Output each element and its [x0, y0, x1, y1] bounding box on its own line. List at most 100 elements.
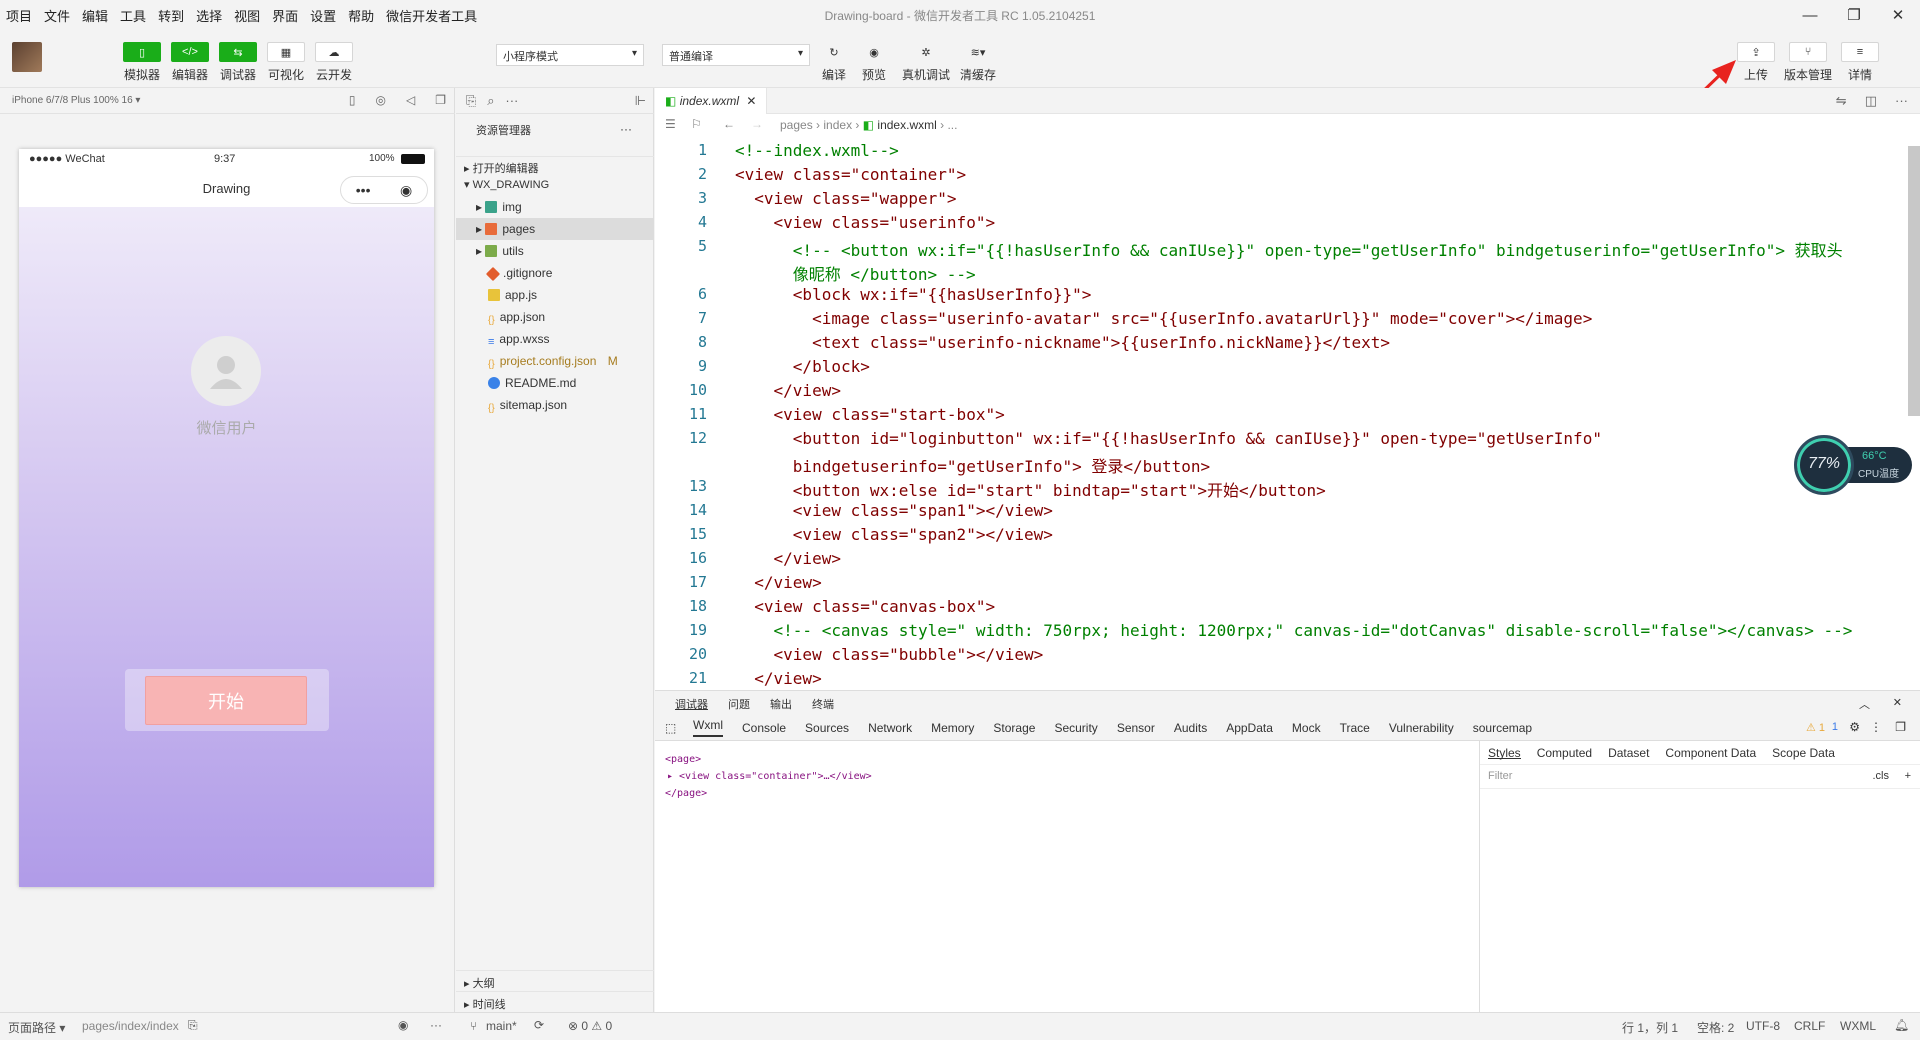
tree-item-pages[interactable]: ▸ pages: [456, 218, 654, 240]
close-panel-icon[interactable]: ✕: [1893, 696, 1902, 709]
compare-icon[interactable]: ⇋: [1836, 93, 1847, 109]
tab-trace[interactable]: Trace: [1340, 721, 1370, 735]
code-line[interactable]: <image class="userinfo-avatar" src="{{us…: [735, 309, 1592, 328]
tab-debugger[interactable]: 调试器: [675, 696, 708, 711]
menu-goto[interactable]: 转到: [152, 6, 190, 25]
copy-path-icon[interactable]: ⎘: [188, 1018, 198, 1033]
avatar[interactable]: [12, 42, 42, 72]
tab-index-wxml[interactable]: ◧ index.wxml ✕: [655, 88, 768, 114]
volume-icon[interactable]: ◁: [406, 93, 415, 107]
code-line[interactable]: </view>: [735, 669, 821, 688]
code-line[interactable]: <button id="loginbutton" wx:if="{{!hasUs…: [735, 429, 1602, 448]
code-line[interactable]: <!--index.wxml-->: [735, 141, 899, 160]
menu-view[interactable]: 视图: [228, 6, 266, 25]
timeline-section[interactable]: ▸ 时间线: [456, 991, 654, 1013]
project-root[interactable]: ▾ WX_DRAWING: [456, 175, 654, 193]
add-rule-button[interactable]: +: [1905, 770, 1911, 782]
close-icon[interactable]: ✕: [1876, 0, 1920, 30]
editor-button[interactable]: </> 编辑器: [168, 42, 212, 83]
more-icon[interactable]: ···: [430, 1018, 442, 1032]
encoding[interactable]: UTF-8: [1746, 1019, 1780, 1033]
simulator-button[interactable]: ▯ 模拟器: [120, 42, 164, 83]
tree-item-readme[interactable]: README.md: [456, 372, 654, 394]
code-line[interactable]: <!-- <canvas style=" width: 750rpx; heig…: [735, 621, 1853, 640]
indent-setting[interactable]: 空格: 2: [1697, 1019, 1734, 1036]
list-icon[interactable]: ☰: [665, 117, 676, 131]
capsule-button[interactable]: ••• ◉: [340, 176, 428, 204]
tab-component-data[interactable]: Component Data: [1665, 746, 1756, 760]
compile-select[interactable]: 普通编译: [662, 44, 810, 66]
mode-select[interactable]: 小程序模式: [496, 44, 644, 66]
cursor-position[interactable]: 行 1，列 1: [1622, 1019, 1678, 1036]
more-icon[interactable]: ···: [505, 93, 518, 108]
remote-debug-button[interactable]: ✲ 真机调试: [902, 42, 950, 83]
tree-item-projectconfig[interactable]: {} project.config.json M: [456, 350, 654, 372]
tab-storage[interactable]: Storage: [993, 721, 1035, 735]
code-line[interactable]: <view class="wapper">: [735, 189, 956, 208]
visual-button[interactable]: ▦ 可视化: [264, 42, 308, 83]
breadcrumb-index[interactable]: index: [823, 118, 852, 132]
language-mode[interactable]: WXML: [1840, 1019, 1876, 1033]
tab-styles[interactable]: Styles: [1488, 746, 1521, 760]
maximize-icon[interactable]: ❐: [1832, 0, 1876, 30]
tree-item-appjson[interactable]: {} app.json: [456, 306, 654, 328]
code-line[interactable]: </view>: [735, 381, 841, 400]
phone-rotate-icon[interactable]: ▯: [349, 93, 356, 107]
inspect-icon[interactable]: ⬚: [665, 721, 676, 735]
line-ending[interactable]: CRLF: [1794, 1019, 1825, 1033]
tab-sensor[interactable]: Sensor: [1117, 721, 1155, 735]
tab-sources[interactable]: Sources: [805, 721, 849, 735]
record-icon[interactable]: ◎: [376, 93, 386, 107]
code-line[interactable]: <view class="canvas-box">: [735, 597, 995, 616]
tab-scope-data[interactable]: Scope Data: [1772, 746, 1835, 760]
menu-edit[interactable]: 编辑: [76, 6, 114, 25]
menu-project[interactable]: 项目: [0, 6, 38, 25]
code-line[interactable]: <view class="span2"></view>: [735, 525, 1053, 544]
explorer-more[interactable]: ···: [620, 118, 650, 140]
tab-wxml[interactable]: Wxml: [693, 718, 723, 737]
menu-select[interactable]: 选择: [190, 6, 228, 25]
gear-icon[interactable]: ⚙: [1849, 720, 1860, 734]
dock-icon[interactable]: ❐: [1895, 720, 1906, 734]
bell-icon[interactable]: 🔔︎: [1894, 1018, 1909, 1032]
code-line[interactable]: <view class="start-box">: [735, 405, 1005, 424]
info-count[interactable]: 1: [1832, 721, 1838, 733]
outline-section[interactable]: ▸ 大纲: [456, 970, 654, 992]
git-branch[interactable]: main*: [486, 1019, 517, 1033]
tree-item-img[interactable]: ▸ img: [456, 196, 654, 218]
code-line[interactable]: <block wx:if="{{hasUserInfo}}">: [735, 285, 1092, 304]
clear-cache-button[interactable]: ≋▾ 清缓存: [956, 42, 1000, 83]
cls-button[interactable]: .cls: [1873, 770, 1890, 782]
code-line[interactable]: 像昵称 </button> -->: [735, 261, 976, 285]
open-editors[interactable]: ▸ 打开的编辑器: [456, 156, 654, 175]
menu-help[interactable]: 帮助: [342, 6, 380, 25]
details-button[interactable]: ≡ 详情: [1838, 42, 1882, 83]
close-tab-icon[interactable]: ✕: [746, 94, 756, 108]
styles-filter-input[interactable]: Filter .cls +: [1480, 765, 1920, 789]
code-line[interactable]: </block>: [735, 357, 870, 376]
version-button[interactable]: ⑂ 版本管理: [1784, 42, 1832, 83]
code-line[interactable]: </view>: [735, 573, 821, 592]
menu-settings[interactable]: 设置: [304, 6, 342, 25]
tab-memory[interactable]: Memory: [931, 721, 974, 735]
compile-button[interactable]: ↻ 编译: [812, 42, 856, 83]
code-line[interactable]: <button wx:else id="start" bindtap="star…: [735, 477, 1326, 501]
code-line[interactable]: </view>: [735, 549, 841, 568]
tab-dataset[interactable]: Dataset: [1608, 746, 1649, 760]
tab-vulnerability[interactable]: Vulnerability: [1389, 721, 1454, 735]
forward-icon[interactable]: →: [751, 117, 763, 131]
page-path-select[interactable]: 页面路径 ▾: [8, 1019, 65, 1036]
menu-file[interactable]: 文件: [38, 6, 76, 25]
menu-tools[interactable]: 工具: [114, 6, 152, 25]
tab-computed[interactable]: Computed: [1537, 746, 1592, 760]
code-line[interactable]: <!-- <button wx:if="{{!hasUserInfo && ca…: [735, 237, 1843, 261]
close-target-icon[interactable]: ◉: [400, 182, 412, 199]
code-line[interactable]: <view class="bubble"></view>: [735, 645, 1044, 664]
tab-audits[interactable]: Audits: [1174, 721, 1207, 735]
tree-item-appjs[interactable]: app.js: [456, 284, 654, 306]
error-counts[interactable]: ⊗ 0 ⚠ 0: [568, 1019, 612, 1033]
tab-appdata[interactable]: AppData: [1226, 721, 1273, 735]
tab-sourcemap[interactable]: sourcemap: [1473, 721, 1532, 735]
search-icon[interactable]: ⌕: [487, 93, 494, 108]
tree-item-appwxss[interactable]: ≡ app.wxss: [456, 328, 654, 350]
